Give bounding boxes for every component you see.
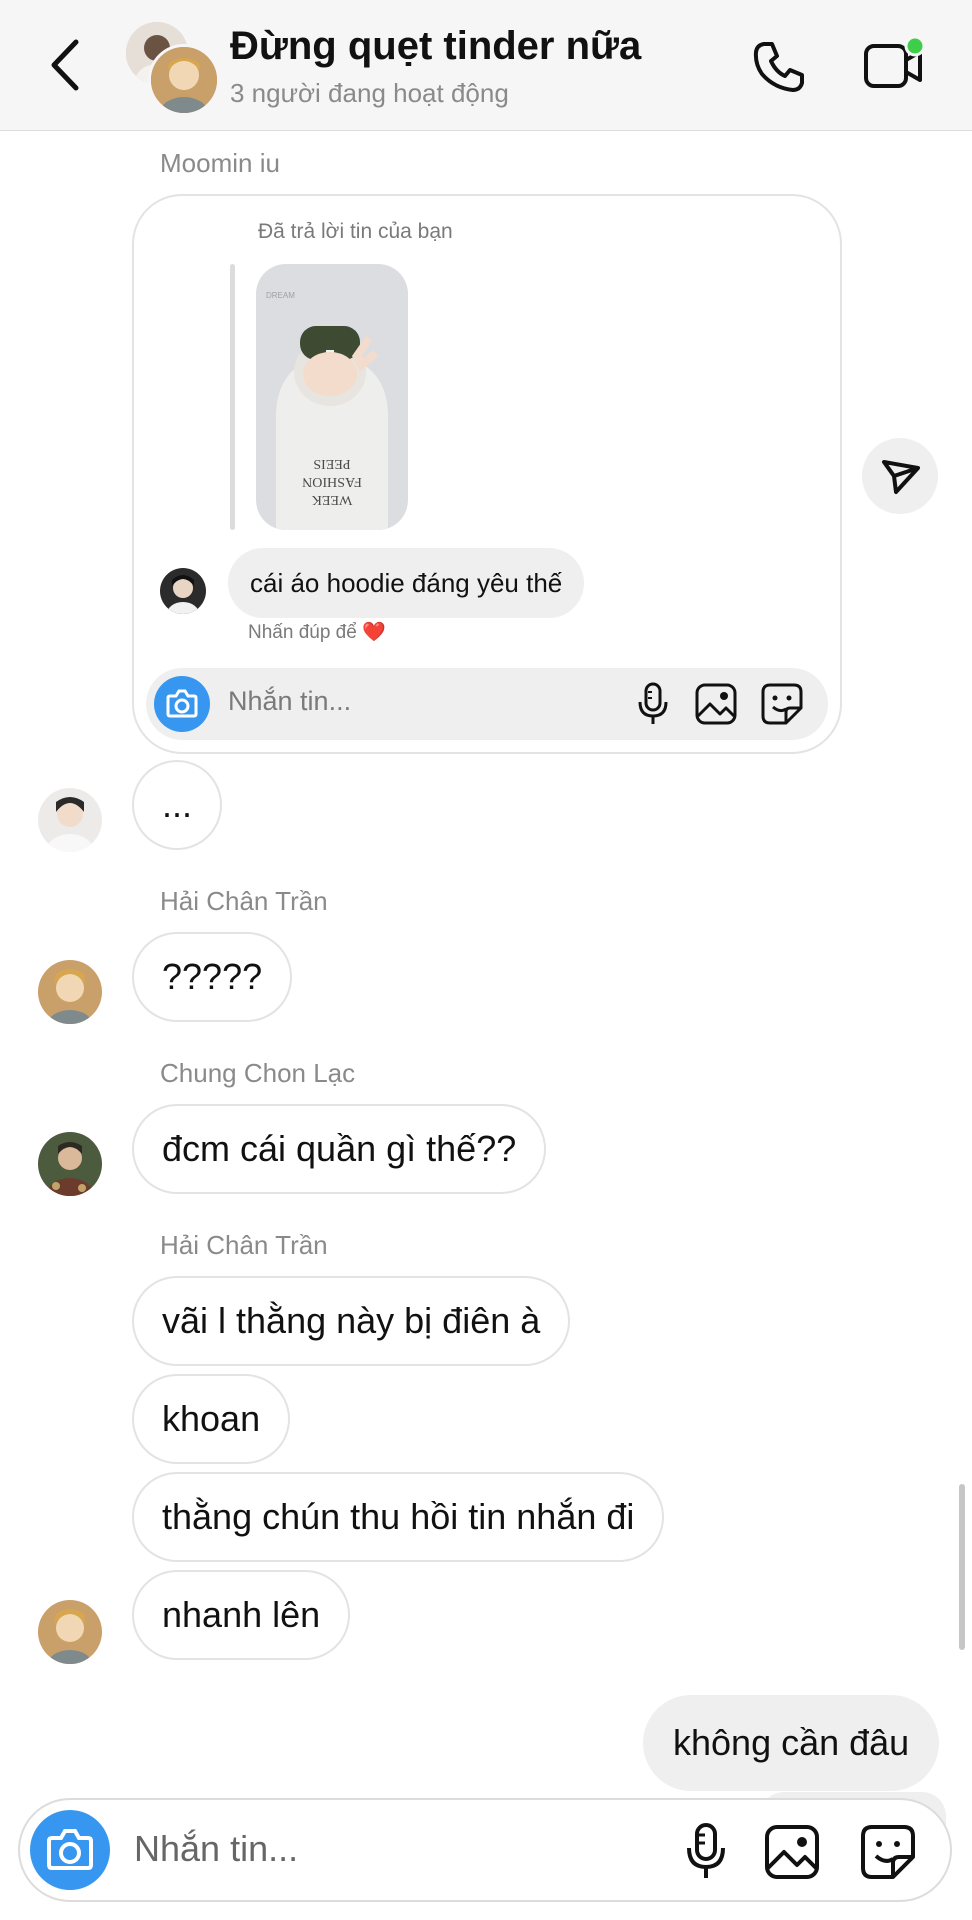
camera-button[interactable] xyxy=(30,1810,110,1890)
sticker-icon[interactable] xyxy=(760,682,804,726)
chat-title: Đừng quẹt tinder nữa xyxy=(230,24,642,68)
story-reply-card[interactable]: Đã trả lời tin của bạn DREAM PEEIS FASHI… xyxy=(132,194,842,754)
avatar[interactable] xyxy=(38,788,102,852)
camera-icon xyxy=(47,1829,93,1870)
share-button[interactable] xyxy=(862,438,938,514)
avatar[interactable] xyxy=(160,568,206,614)
story-thumbnail[interactable]: DREAM PEEIS FASHION WEEK xyxy=(256,264,408,530)
double-tap-hint: Nhấn đúp để ❤️ xyxy=(248,622,386,643)
sender-name: Chung Chon Lạc xyxy=(160,1058,356,1088)
reply-input[interactable]: Nhắn tin... xyxy=(228,686,351,717)
chevron-left-icon[interactable] xyxy=(44,38,88,92)
message-composer[interactable]: Nhắn tin... xyxy=(18,1798,952,1902)
message-bubble[interactable]: ... xyxy=(132,760,223,850)
chat-header: Đừng quẹt tinder nữa 3 người đang hoạt đ… xyxy=(0,0,972,131)
message-bubble[interactable]: ????? xyxy=(132,932,293,1022)
phone-icon[interactable] xyxy=(750,38,808,96)
online-dot xyxy=(904,36,926,57)
reply-input-bar[interactable]: Nhắn tin... xyxy=(146,668,828,740)
message-bubble[interactable]: vãi l thằng này bị điên à xyxy=(132,1276,571,1366)
send-icon xyxy=(882,460,920,494)
microphone-icon[interactable] xyxy=(684,1822,728,1880)
message-bubble[interactable]: đcm cái quần gì thế?? xyxy=(132,1104,547,1194)
reply-label: Đã trả lời tin của bạn xyxy=(258,220,453,243)
own-message-bubble[interactable]: không cần đâu xyxy=(643,1695,940,1791)
image-icon[interactable] xyxy=(694,682,738,726)
message-bubble[interactable]: thằng chún thu hồi tin nhắn đi xyxy=(132,1472,665,1562)
sticker-icon[interactable] xyxy=(860,1824,916,1880)
microphone-icon[interactable] xyxy=(636,682,670,726)
camera-button[interactable] xyxy=(154,676,210,732)
reply-divider xyxy=(230,264,235,530)
camera-icon xyxy=(166,689,198,718)
svg-text:DREAM: DREAM xyxy=(266,291,295,300)
sender-name: Hải Chân Trần xyxy=(160,886,328,916)
message-input[interactable]: Nhắn tin... xyxy=(134,1828,298,1870)
sender-name: Hải Chân Trần xyxy=(160,1230,328,1260)
svg-text:PEEIS: PEEIS xyxy=(313,456,350,471)
reply-message-bubble[interactable]: cái áo hoodie đáng yêu thế xyxy=(228,548,585,618)
message-bubble[interactable]: khoan xyxy=(132,1374,291,1464)
avatar[interactable] xyxy=(38,1132,102,1196)
image-icon[interactable] xyxy=(764,1824,820,1880)
video-camera-icon[interactable] xyxy=(862,36,926,94)
scrollbar[interactable] xyxy=(959,1484,965,1650)
message-bubble[interactable]: nhanh lên xyxy=(132,1570,351,1660)
member-avatar-2 xyxy=(148,44,220,116)
avatar[interactable] xyxy=(38,1600,102,1664)
svg-text:FASHION: FASHION xyxy=(302,474,362,489)
svg-text:WEEK: WEEK xyxy=(312,492,352,507)
group-avatar[interactable] xyxy=(126,22,220,116)
sender-name: Moomin iu xyxy=(160,148,280,178)
active-status: 3 người đang hoạt động xyxy=(230,78,509,108)
avatar[interactable] xyxy=(38,960,102,1024)
